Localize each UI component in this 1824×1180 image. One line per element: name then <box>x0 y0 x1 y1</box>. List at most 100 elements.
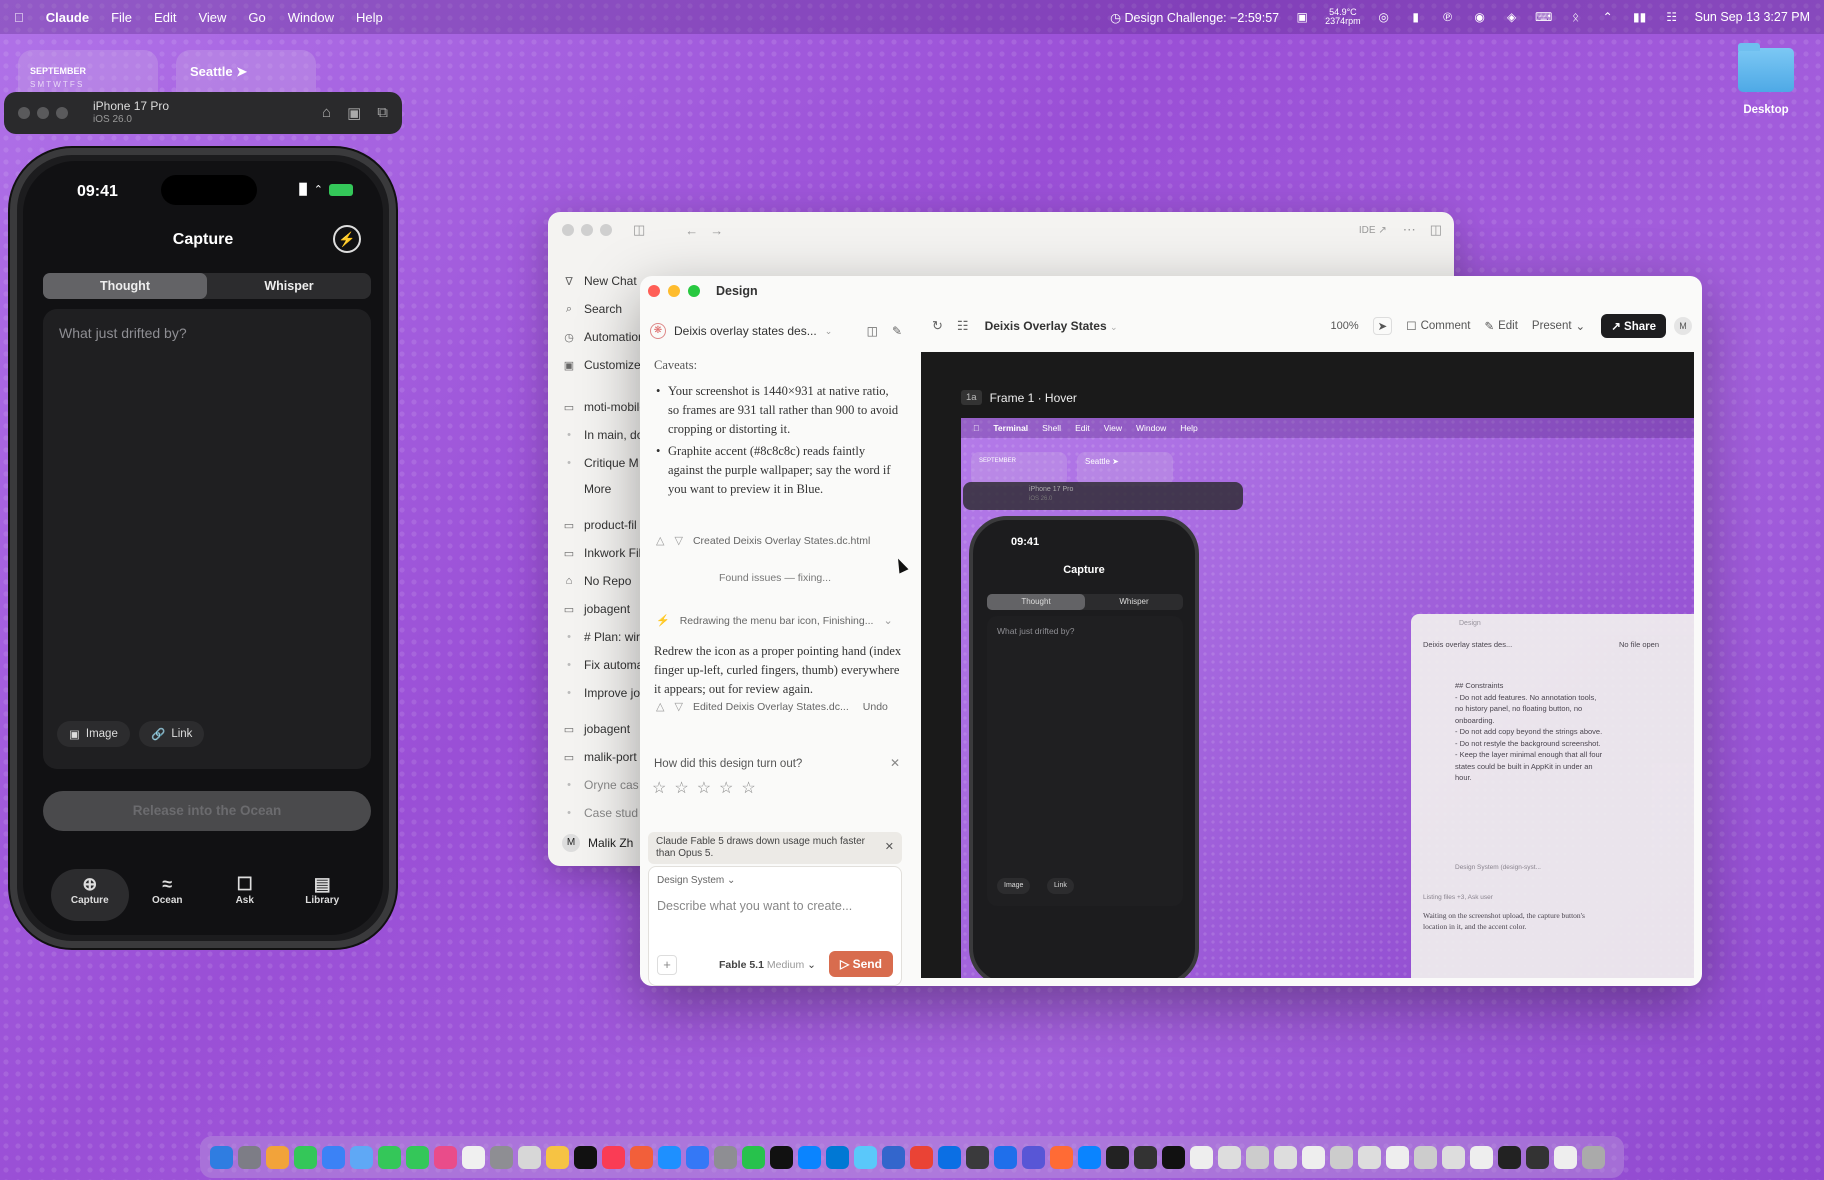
timer-status[interactable]: ◷ Design Challenge: −2:59:57 <box>1110 10 1279 25</box>
back-arrow-icon[interactable]: ← <box>685 223 698 238</box>
layout-icon[interactable]: ◫ <box>867 324 878 338</box>
frame-title[interactable]: Frame 1 · Hover <box>990 391 1077 405</box>
sidebar-item[interactable]: ▭ Inkwork Fil <box>562 546 642 560</box>
dock-app-icon[interactable] <box>602 1145 625 1169</box>
sidebar-item[interactable]: ▭ jobagent <box>562 602 630 616</box>
status-icon-4[interactable]: ◉ <box>1471 10 1489 24</box>
composer-input[interactable]: Describe what you want to create... <box>657 899 852 913</box>
dock-app-icon[interactable] <box>1246 1145 1269 1169</box>
edited-file-link[interactable]: Edited Deixis Overlay States.dc... <box>693 701 849 713</box>
sidebar-item[interactable]: ▭ jobagent <box>562 722 630 736</box>
dock-app-icon[interactable] <box>910 1145 933 1169</box>
frame-preview[interactable]:  Terminal Shell Edit View Window Help S… <box>961 418 1694 978</box>
menu-help[interactable]: Help <box>356 10 383 25</box>
created-file-link[interactable]: Created Deixis Overlay States.dc.html <box>693 535 870 547</box>
dock-app-icon[interactable] <box>1498 1145 1521 1169</box>
dock-app-icon[interactable] <box>1274 1145 1297 1169</box>
project-chevron-icon[interactable]: ⌄ <box>825 326 833 337</box>
sim-close-button[interactable] <box>18 107 30 119</box>
user-profile[interactable]: M Malik Zh <box>562 834 633 852</box>
dock-app-icon[interactable] <box>1134 1145 1157 1169</box>
sidebar-item[interactable]: ◷ Automations <box>562 330 651 344</box>
star-2[interactable]: ☆ <box>674 778 688 798</box>
dock-app-icon[interactable] <box>770 1145 793 1169</box>
screenshot-icon[interactable]: ▣ <box>347 104 361 122</box>
sim-minimize-button[interactable] <box>37 107 49 119</box>
tab-library[interactable]: ▤ Library <box>284 869 362 921</box>
menu-app-name[interactable]: Claude <box>46 10 89 25</box>
dock-app-icon[interactable] <box>994 1145 1017 1169</box>
dock-app-icon[interactable] <box>1470 1145 1493 1169</box>
back-close-button[interactable] <box>562 224 574 236</box>
design-system-selector[interactable]: Design System ⌄ <box>657 875 735 886</box>
dock-app-icon[interactable] <box>1358 1145 1381 1169</box>
sidebar-item[interactable]: • Critique M <box>562 456 639 470</box>
status-icon-2[interactable]: ▮ <box>1407 10 1425 24</box>
dock-app-icon[interactable] <box>1582 1145 1605 1169</box>
dock-app-icon[interactable] <box>1442 1145 1465 1169</box>
sidebar-item[interactable]: • Oryne cas <box>562 778 639 792</box>
dock-app-icon[interactable] <box>742 1145 765 1169</box>
sidebar-item[interactable]: • In main, do <box>562 428 643 442</box>
more-icon[interactable]: ⋯ <box>1403 222 1416 238</box>
thumbs-up-icon-2[interactable]: △ <box>656 700 664 713</box>
screen-icon[interactable]: ▣ <box>1293 10 1311 24</box>
present-button[interactable]: Present ⌄ <box>1532 319 1585 333</box>
bolt-icon[interactable]: ⚡ <box>333 225 361 253</box>
status-icon-3[interactable]: ℗ <box>1439 10 1457 24</box>
zoom-level[interactable]: 100% <box>1330 320 1358 332</box>
menu-file[interactable]: File <box>111 10 132 25</box>
dock-app-icon[interactable] <box>938 1145 961 1169</box>
sidebar-item[interactable]: ▭ malik-port <box>562 750 637 764</box>
thought-input[interactable]: What just drifted by? ▣ Image 🔗 Link <box>43 309 371 769</box>
sidebar-item[interactable]: • # Plan: wir <box>562 630 640 644</box>
pointer-tool[interactable]: ➤ <box>1372 317 1393 335</box>
sidebar-item[interactable]: ▭ product-fil <box>562 518 637 532</box>
bluetooth-icon[interactable]: ᛟ <box>1567 10 1585 24</box>
sidebar-item[interactable]: • Improve jo <box>562 686 640 700</box>
star-5[interactable]: ☆ <box>741 778 755 798</box>
desktop-folder-label[interactable]: Desktop <box>1730 104 1802 116</box>
notes-icon[interactable]: ✎ <box>892 324 902 338</box>
dock-app-icon[interactable] <box>518 1145 541 1169</box>
thumbs-down-icon[interactable]: ▽ <box>674 534 682 547</box>
dock-app-icon[interactable] <box>378 1145 401 1169</box>
sidebar-item[interactable]: ▭ moti-mobile <box>562 400 646 414</box>
dock-app-icon[interactable] <box>658 1145 681 1169</box>
share-button[interactable]: ↗ Share <box>1601 314 1666 338</box>
dock-app-icon[interactable] <box>1162 1145 1185 1169</box>
battery-icon[interactable]: ▮▮ <box>1631 10 1649 24</box>
dock-app-icon[interactable] <box>294 1145 317 1169</box>
dock-app-icon[interactable] <box>1414 1145 1437 1169</box>
project-name[interactable]: Deixis overlay states des... <box>674 324 817 338</box>
tab-capture[interactable]: ⊕ Capture <box>51 869 129 921</box>
control-center-icon[interactable]: ☷ <box>1663 10 1681 24</box>
sidebar-item[interactable]: ⌂ No Repo <box>562 574 632 588</box>
design-zoom-button[interactable] <box>688 285 700 297</box>
desktop-folder-icon[interactable] <box>1738 43 1794 92</box>
dock-app-icon[interactable] <box>1078 1145 1101 1169</box>
dock-app-icon[interactable] <box>1106 1145 1129 1169</box>
canvas-avatar[interactable]: M <box>1674 317 1692 335</box>
sidebar-item[interactable]: More <box>562 482 611 496</box>
design-minimize-button[interactable] <box>668 285 680 297</box>
dock-app-icon[interactable] <box>210 1145 233 1169</box>
dock-app-icon[interactable] <box>714 1145 737 1169</box>
thumbs-down-icon-2[interactable]: ▽ <box>674 700 682 713</box>
tab-ocean[interactable]: ≈ Ocean <box>129 869 207 921</box>
dock-app-icon[interactable] <box>826 1145 849 1169</box>
dock-app-icon[interactable] <box>798 1145 821 1169</box>
menu-go[interactable]: Go <box>248 10 265 25</box>
dock-app-icon[interactable] <box>1218 1145 1241 1169</box>
dock-app-icon[interactable] <box>686 1145 709 1169</box>
rating-close-icon[interactable]: ✕ <box>890 756 900 770</box>
segment-thought[interactable]: Thought <box>43 273 207 299</box>
status-icon-1[interactable]: ◎ <box>1375 10 1393 24</box>
star-4[interactable]: ☆ <box>719 778 733 798</box>
dock-app-icon[interactable] <box>406 1145 429 1169</box>
dock-app-icon[interactable] <box>966 1145 989 1169</box>
edit-button[interactable]: ✎ Edit <box>1484 319 1517 333</box>
menu-edit[interactable]: Edit <box>154 10 176 25</box>
file-tree-icon[interactable]: ☷ <box>957 318 969 334</box>
sidebar-item[interactable]: ⌕ Search <box>562 302 622 316</box>
